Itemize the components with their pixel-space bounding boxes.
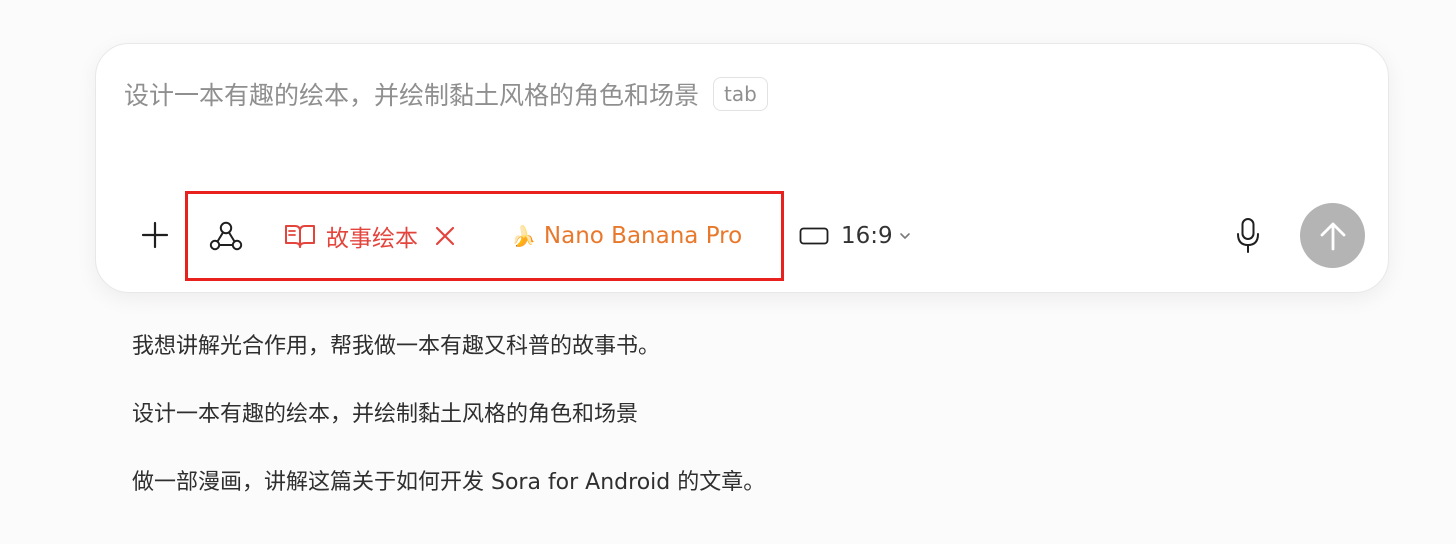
model-label: Nano Banana Pro <box>543 223 743 249</box>
model-selector[interactable]: 🍌 Nano Banana Pro <box>511 216 742 256</box>
arrow-up-icon <box>1320 222 1345 250</box>
aspect-ratio-icon <box>799 227 829 245</box>
suggestion-list: 我想讲解光合作用，帮我做一本有趣又科普的故事书。 设计一本有趣的绘本，并绘制黏土… <box>132 330 765 534</box>
send-button[interactable] <box>1300 203 1365 268</box>
workflow-button[interactable] <box>206 216 246 256</box>
add-attachment-button[interactable] <box>136 216 174 254</box>
chevron-down-icon <box>899 233 910 239</box>
prompt-composer: 设计一本有趣的绘本，并绘制黏土风格的角色和场景 tab 故事绘本 🍌 Nano … <box>95 43 1389 293</box>
voice-input-button[interactable] <box>1226 214 1270 258</box>
aspect-ratio-label: 16:9 <box>841 223 893 249</box>
aspect-ratio-selector[interactable]: 16:9 <box>799 216 911 256</box>
skill-chip-label: 故事绘本 <box>326 226 418 252</box>
workflow-icon <box>209 221 243 251</box>
microphone-icon <box>1237 218 1259 253</box>
suggestion-item[interactable]: 我想讲解光合作用，帮我做一本有趣又科普的故事书。 <box>132 330 765 364</box>
banana-icon: 🍌 <box>511 224 536 248</box>
plus-icon <box>141 221 169 249</box>
book-icon <box>285 225 315 248</box>
suggestion-item[interactable]: 做一部漫画，讲解这篇关于如何开发 Sora for Android 的文章。 <box>132 466 765 500</box>
tab-hint-badge: tab <box>713 77 768 111</box>
skill-remove-button[interactable] <box>434 225 456 247</box>
skill-chip-storybook[interactable]: 故事绘本 <box>284 216 456 256</box>
close-icon <box>435 226 455 246</box>
suggestion-item[interactable]: 设计一本有趣的绘本，并绘制黏土风格的角色和场景 <box>132 398 765 432</box>
prompt-input[interactable]: 设计一本有趣的绘本，并绘制黏土风格的角色和场景 tab <box>124 76 768 112</box>
prompt-placeholder: 设计一本有趣的绘本，并绘制黏土风格的角色和场景 <box>124 81 700 110</box>
